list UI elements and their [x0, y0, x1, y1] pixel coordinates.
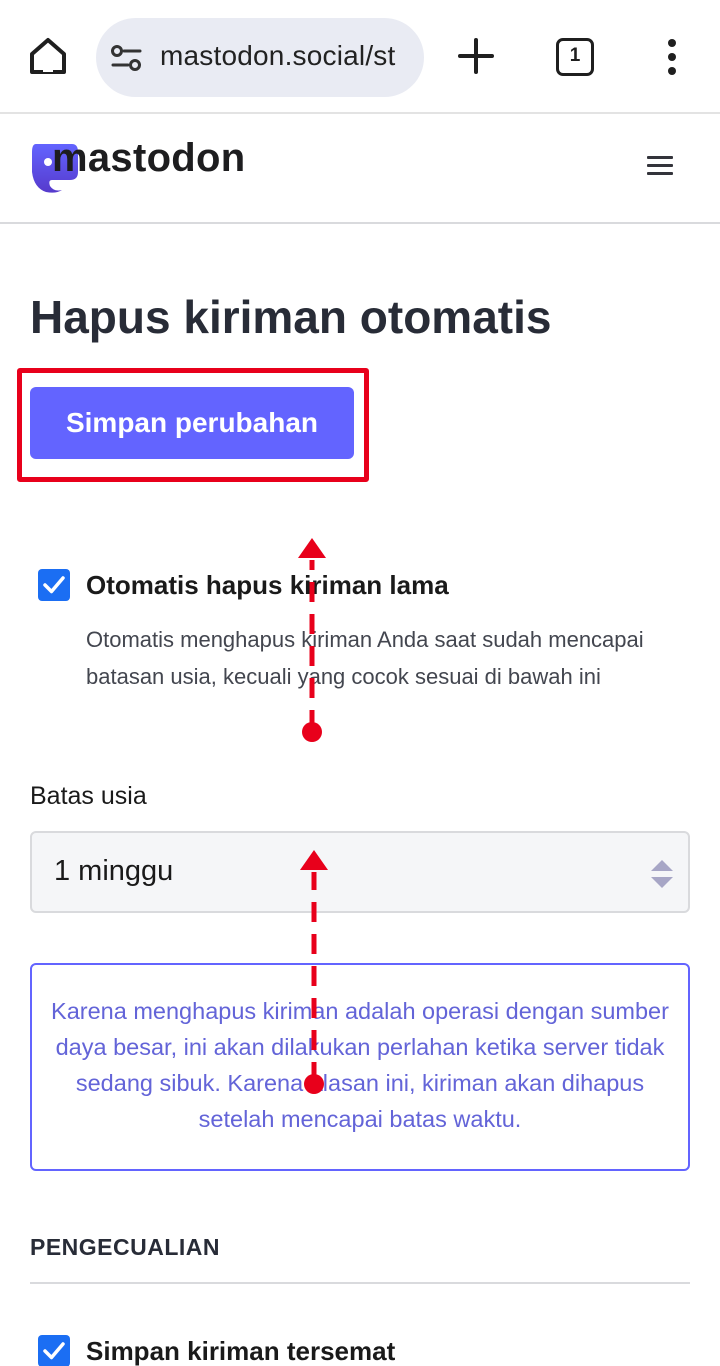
logo-text[interactable]: mastodon: [52, 136, 246, 181]
keep-pinned-checkbox[interactable]: [38, 1335, 70, 1366]
auto-delete-hint: Otomatis menghapus kiriman Anda saat sud…: [86, 627, 644, 689]
save-button[interactable]: Simpan perubahan: [30, 387, 354, 459]
tabs-icon[interactable]: 1: [556, 38, 594, 76]
home-icon[interactable]: [26, 34, 70, 78]
plus-icon[interactable]: [456, 36, 496, 76]
browser-toolbar: mastodon.social/st 1: [0, 0, 720, 114]
page-title: Hapus kiriman otomatis: [30, 291, 552, 343]
info-box: Karena menghapus kiriman adalah operasi …: [30, 963, 690, 1171]
keep-pinned-label[interactable]: Simpan kiriman tersemat: [86, 1336, 395, 1366]
select-arrows-icon: [648, 857, 676, 891]
more-vert-icon[interactable]: [662, 38, 682, 78]
info-text: Karena menghapus kiriman adalah operasi …: [51, 998, 669, 1132]
divider: [30, 1282, 690, 1284]
age-limit-label: Batas usia: [30, 782, 147, 810]
age-limit-select[interactable]: 1 minggu: [30, 831, 690, 913]
site-settings-icon[interactable]: [110, 43, 144, 73]
auto-delete-checkbox[interactable]: [38, 569, 70, 601]
url-bar[interactable]: mastodon.social/st: [96, 18, 424, 97]
site-header: mastodon: [0, 116, 720, 224]
url-text[interactable]: mastodon.social/st: [160, 40, 396, 72]
auto-delete-label[interactable]: Otomatis hapus kiriman lama: [86, 570, 449, 601]
exceptions-heading: PENGECUALIAN: [30, 1234, 221, 1260]
age-limit-value[interactable]: 1 minggu: [54, 855, 173, 888]
checkmark-icon: [43, 1342, 65, 1360]
hamburger-icon[interactable]: [647, 156, 673, 176]
checkmark-icon: [43, 576, 65, 594]
